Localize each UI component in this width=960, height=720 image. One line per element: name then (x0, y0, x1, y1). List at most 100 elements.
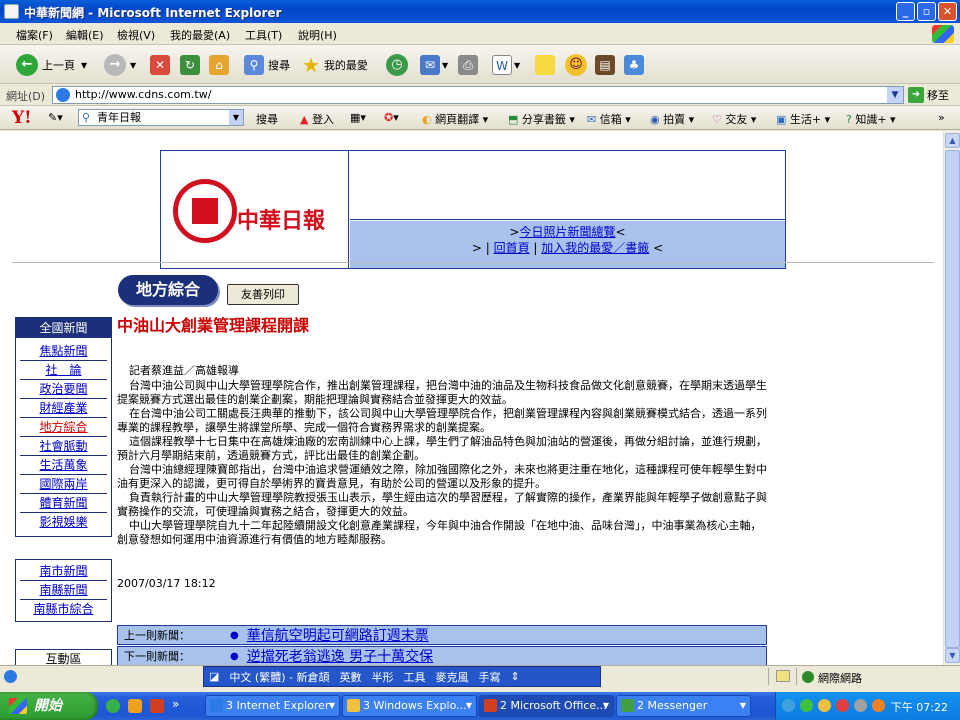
nav-item-label[interactable]: 地方綜合 (39, 420, 87, 434)
nav-item-local[interactable]: 地方綜合 (20, 418, 107, 437)
nav-item-label[interactable]: 南縣新聞 (39, 583, 87, 597)
history-button[interactable]: ◷ (386, 53, 412, 77)
yahoo-more-icon[interactable]: » (938, 111, 945, 124)
note-button[interactable] (535, 53, 555, 77)
quicklaunch-ie-icon[interactable] (106, 699, 120, 713)
close-button[interactable]: ✕ (938, 2, 957, 21)
edit-button[interactable]: W ▼ (492, 53, 520, 77)
halfwidth-toggle[interactable]: 半形 (371, 669, 393, 685)
microphone-button[interactable]: 麥克風 (435, 669, 468, 685)
start-button[interactable]: 開始 (0, 692, 98, 720)
task-internet-explorer[interactable]: 3 Internet Explorer ▼ (205, 695, 340, 717)
nav-item-label[interactable]: 體育新聞 (39, 496, 87, 510)
nav-item-politics[interactable]: 政治要聞 (20, 380, 107, 399)
nav-item-label[interactable]: 國際兩岸 (39, 477, 87, 491)
menu-file[interactable]: 檔案(F) (16, 27, 53, 43)
nav-item-sports[interactable]: 體育新聞 (20, 494, 107, 513)
nav-item-entertainment[interactable]: 影視娛樂 (20, 513, 107, 532)
tray-expand-icon[interactable] (782, 699, 795, 712)
mail-dropdown-icon[interactable]: ▼ (442, 61, 448, 70)
yahoo-mail-button[interactable]: ✉ 信箱 ▾ (587, 111, 631, 127)
langbar-options-icon[interactable]: ⇕ (510, 670, 519, 683)
menu-help[interactable]: 說明(H) (298, 27, 337, 43)
ime-label[interactable]: 中文 (繁體) - 新倉頡 (229, 669, 329, 685)
vertical-scrollbar[interactable]: ▲ ▼ (943, 131, 960, 665)
tray-antivirus-icon[interactable] (836, 699, 849, 712)
nav-item-society[interactable]: 社會脈動 (20, 437, 107, 456)
scroll-thumb[interactable] (945, 150, 960, 648)
yahoo-bookmarks-button[interactable]: ⬒ 分享書籤 ▾ (508, 111, 575, 127)
nav-item-finance[interactable]: 財經產業 (20, 399, 107, 418)
tray-network-icon[interactable] (818, 699, 831, 712)
site-logo[interactable]: 中華日報 (161, 151, 349, 268)
tray-app-icon[interactable] (872, 699, 885, 712)
research-button[interactable]: ▤ (595, 53, 615, 77)
yahoo-auction-button[interactable]: ◉ 拍賣 ▾ (650, 111, 694, 127)
mail-button[interactable]: ✉ ▼ (420, 53, 448, 77)
prev-news-link[interactable]: 華信航空明起可網路訂週末票 (247, 625, 429, 645)
nav-item-label[interactable]: 社會脈動 (39, 439, 87, 453)
task-microsoft-office[interactable]: 2 Microsoft Office... ▼ (479, 695, 614, 717)
favorites-button[interactable]: ★ 我的最愛 (302, 53, 368, 77)
nav-item-international[interactable]: 國際兩岸 (20, 475, 107, 494)
nav-item-label[interactable]: 南縣市綜合 (33, 602, 93, 616)
yahoo-dating-button[interactable]: ♡ 交友 ▾ (712, 111, 756, 127)
menu-tools[interactable]: 工具(T) (245, 27, 282, 43)
yahoo-search-dropdown-icon[interactable]: ▼ (229, 110, 243, 125)
search-button[interactable]: ⚲ 搜尋 (244, 53, 290, 77)
language-bar[interactable]: ◪ 中文 (繁體) - 新倉頡 英數 半形 工具 麥克風 手寫 ⇕ (203, 666, 601, 687)
add-favorite-link[interactable]: 加入我的最愛／書籤 (541, 241, 649, 255)
yahoo-login-button[interactable]: ▲ 登入 (300, 111, 334, 127)
yahoo-target-icon[interactable]: ✪▾ (384, 111, 399, 124)
quicklaunch-more-icon[interactable]: » (172, 697, 179, 711)
menu-view[interactable]: 檢視(V) (117, 27, 155, 43)
yahoo-search-input[interactable]: ⚲ 青年日報 ▼ (78, 109, 244, 126)
tray-messenger-icon[interactable] (800, 699, 813, 712)
task-windows-explorer[interactable]: 3 Windows Explo... ▼ (342, 695, 477, 717)
stop-button[interactable]: ✕ (150, 53, 170, 77)
address-input[interactable]: http://www.cdns.com.tw/ ▼ (52, 86, 904, 104)
print-button[interactable]: ⎙ (458, 53, 478, 77)
nav-item-label[interactable]: 南市新聞 (39, 564, 87, 578)
address-dropdown-icon[interactable]: ▼ (887, 87, 903, 103)
yahoo-life-button[interactable]: ▣ 生活+ ▾ (776, 111, 830, 127)
menu-edit[interactable]: 編輯(E) (66, 27, 104, 43)
nav-item-label[interactable]: 政治要聞 (39, 382, 87, 396)
nav-item-tainan-combined[interactable]: 南縣市綜合 (20, 600, 107, 619)
nav-item-focus[interactable]: 焦點新聞 (20, 342, 107, 361)
nav-item-label[interactable]: 影視娛樂 (39, 515, 87, 529)
yahoo-layout-icon[interactable]: ▦▾ (350, 111, 366, 124)
nav-item-label[interactable]: 財經產業 (39, 401, 87, 415)
tray-volume-icon[interactable] (854, 699, 867, 712)
yahoo-logo-icon[interactable]: Y! (12, 108, 32, 128)
photos-link[interactable]: 今日照片新聞總覽 (519, 225, 615, 239)
nav-item-label[interactable]: 生活萬象 (39, 458, 87, 472)
task-messenger[interactable]: 2 Messenger ▼ (616, 695, 751, 717)
next-news-link[interactable]: 逆擋死老翁逃逸 男子十萬交保 (247, 646, 433, 665)
yahoo-translate-button[interactable]: ◐ 網頁翻譯 ▾ (422, 111, 488, 127)
minimize-button[interactable]: _ (896, 2, 915, 21)
ime-tools-button[interactable]: 工具 (403, 669, 425, 685)
nav-item-life[interactable]: 生活萬象 (20, 456, 107, 475)
yahoo-search-button[interactable]: 搜尋 (256, 111, 278, 127)
go-button[interactable]: ➜ 移至 (908, 87, 949, 103)
quicklaunch-media-icon[interactable] (128, 699, 142, 713)
forward-button[interactable]: → ▼ (104, 53, 136, 77)
maximize-button[interactable]: ▫ (917, 2, 936, 21)
messenger-button[interactable]: ☺ (565, 53, 591, 77)
yahoo-knowledge-button[interactable]: ? 知識+ ▾ (846, 111, 896, 127)
forward-dropdown-icon[interactable]: ▼ (130, 61, 136, 70)
scroll-up-icon[interactable]: ▲ (945, 133, 960, 148)
home-link[interactable]: 回首頁 (494, 241, 530, 255)
back-dropdown-icon[interactable]: ▼ (81, 61, 87, 70)
scroll-down-icon[interactable]: ▼ (945, 648, 960, 663)
refresh-button[interactable]: ↻ (180, 53, 200, 77)
nav-item-editorial[interactable]: 社 論 (20, 361, 107, 380)
msn-button[interactable]: ♣ (624, 53, 644, 77)
nav-item-label[interactable]: 焦點新聞 (39, 344, 87, 358)
interactive-head[interactable]: 互動區 (20, 650, 107, 665)
clock[interactable]: 下午 07:22 (891, 699, 948, 715)
back-button[interactable]: ← 上一頁 ▼ (16, 53, 87, 77)
quicklaunch-office-icon[interactable] (150, 699, 164, 713)
menu-favorites[interactable]: 我的最愛(A) (170, 27, 230, 43)
